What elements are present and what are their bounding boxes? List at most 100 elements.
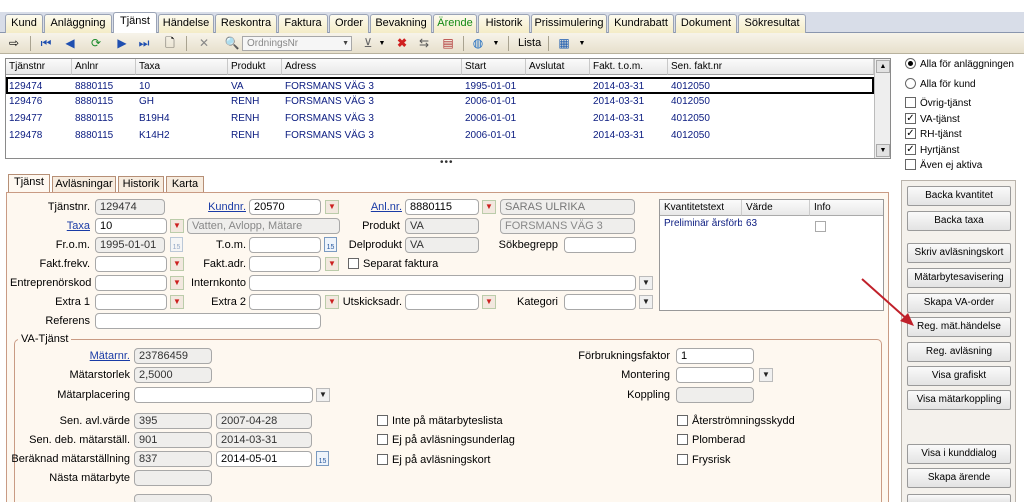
action-button[interactable]: Visa grafiskt bbox=[907, 366, 1011, 386]
separat-faktura-checkbox[interactable]: Separat faktura bbox=[348, 256, 438, 272]
quantity-row[interactable]: Preliminär årsförb 63 bbox=[660, 217, 883, 234]
ej-pa-avlasningsunderlag-checkbox[interactable]: Ej på avläsningsunderlag bbox=[377, 432, 515, 448]
kundnr-link[interactable]: Kundnr. bbox=[196, 199, 246, 215]
aterstromningsskydd-checkbox[interactable]: Återströmningsskydd bbox=[677, 413, 795, 429]
main-tab[interactable]: Faktura bbox=[278, 14, 328, 33]
main-tab[interactable]: Reskontra bbox=[215, 14, 277, 33]
kundnr-dropdown-icon[interactable]: ▼ bbox=[325, 200, 339, 214]
pointer-icon[interactable]: ⇨ bbox=[6, 36, 22, 51]
export-icon[interactable]: ▦ bbox=[556, 36, 572, 51]
faktadr-dropdown-icon[interactable]: ▼ bbox=[325, 257, 339, 271]
calendar-icon[interactable]: 15 bbox=[324, 237, 337, 252]
forbrukningsfaktor-field[interactable]: 1 bbox=[676, 348, 754, 364]
sub-tab[interactable]: Historik bbox=[118, 176, 164, 192]
grid-scrollbar[interactable]: ▲ ▼ bbox=[874, 59, 890, 158]
action-button[interactable]: Backa kvantitet bbox=[907, 186, 1011, 206]
matarplacering-field[interactable] bbox=[134, 387, 313, 403]
column-header[interactable]: Tjänstnr bbox=[6, 59, 72, 75]
action-button[interactable]: Reg. avläsning bbox=[907, 342, 1011, 362]
column-header[interactable]: Sen. fakt.nr bbox=[668, 59, 874, 75]
first-record-icon[interactable]: ⏮ bbox=[38, 36, 54, 51]
main-tab[interactable]: Händelse bbox=[158, 14, 214, 33]
info-checkbox-icon[interactable] bbox=[815, 220, 826, 232]
main-tab[interactable]: Bevakning bbox=[370, 14, 432, 33]
clear-filter-icon[interactable]: ✖ bbox=[394, 36, 410, 51]
faktfrekv-dropdown-icon[interactable]: ▼ bbox=[170, 257, 184, 271]
chevron-down-icon[interactable]: ▼ bbox=[488, 36, 504, 51]
calendar-icon[interactable]: 15 bbox=[316, 451, 329, 466]
sub-tab[interactable]: Karta bbox=[166, 176, 204, 192]
column-header[interactable]: Start bbox=[462, 59, 526, 75]
filter-checkbox[interactable]: ✓ Hyrtjänst bbox=[905, 143, 959, 158]
partial-button[interactable] bbox=[907, 494, 1011, 502]
table-row[interactable]: 129478 8880115 K14H2 RENH FORSMANS VÄG 3 2006… bbox=[6, 128, 874, 145]
inte-pa-matarbyteslista-checkbox[interactable]: Inte på mätarbyteslista bbox=[377, 413, 503, 429]
action-button[interactable]: Skapa VA-order bbox=[907, 293, 1011, 313]
anlnr-field[interactable]: 8880115 bbox=[405, 199, 479, 215]
ej-pa-avlasningskort-checkbox[interactable]: Ej på avläsningskort bbox=[377, 452, 490, 468]
column-header[interactable]: Produkt bbox=[228, 59, 282, 75]
sub-tab[interactable]: Tjänst bbox=[8, 174, 50, 193]
scroll-down-icon[interactable]: ▼ bbox=[876, 144, 890, 157]
table-row[interactable]: 129476 8880115 GH RENH FORSMANS VÄG 3 2006-01… bbox=[6, 94, 874, 111]
extra2-field[interactable] bbox=[249, 294, 321, 310]
radio-all-anlaggning[interactable]: Alla för anläggningen bbox=[905, 57, 1014, 72]
kategori-field[interactable] bbox=[564, 294, 636, 310]
utskicksadr-field[interactable] bbox=[405, 294, 479, 310]
utskicksadr-dropdown-icon[interactable]: ▼ bbox=[482, 295, 496, 309]
kategori-dropdown-icon[interactable]: ▼ bbox=[639, 295, 653, 309]
delete-icon[interactable]: ✕ bbox=[196, 36, 212, 51]
action-button[interactable]: Skriv avläsningskort bbox=[907, 243, 1011, 263]
matarplacering-dropdown-icon[interactable]: ▼ bbox=[316, 388, 330, 402]
montering-dropdown-icon[interactable]: ▼ bbox=[759, 368, 773, 382]
column-header-kvantitetstext[interactable]: Kvantitetstext bbox=[660, 200, 742, 216]
column-header-info[interactable]: Info bbox=[810, 200, 883, 216]
radio-all-kund[interactable]: Alla för kund bbox=[905, 77, 976, 92]
main-tab[interactable]: Order bbox=[329, 14, 369, 33]
entreprenor-dropdown-icon[interactable]: ▼ bbox=[170, 276, 184, 290]
frysrisk-checkbox[interactable]: Frysrisk bbox=[677, 452, 731, 468]
extra1-field[interactable] bbox=[95, 294, 167, 310]
filter-checkbox[interactable]: ✓ VA-tjänst bbox=[905, 112, 960, 127]
scroll-up-icon[interactable]: ▲ bbox=[876, 60, 890, 73]
extra1-dropdown-icon[interactable]: ▼ bbox=[170, 295, 184, 309]
splitter-handle[interactable]: ••• bbox=[440, 158, 456, 168]
chevron-down-icon[interactable]: ▼ bbox=[574, 36, 590, 51]
action-button[interactable]: Visa mätarkoppling bbox=[907, 390, 1011, 410]
entreprenor-field[interactable] bbox=[95, 275, 167, 291]
action-button[interactable]: Reg. mät.händelse bbox=[907, 317, 1011, 337]
action-button[interactable]: Mätarbytesavisering bbox=[907, 268, 1011, 288]
main-tab[interactable]: Prissimulering bbox=[531, 14, 607, 33]
main-tab[interactable]: Dokument bbox=[675, 14, 737, 33]
filter-checkbox[interactable]: ✓ RH-tjänst bbox=[905, 127, 962, 142]
faktfrekv-field[interactable] bbox=[95, 256, 167, 272]
globe-icon[interactable]: ◍ bbox=[470, 36, 486, 51]
main-tab[interactable]: Kundrabatt bbox=[608, 14, 674, 33]
plomberad-checkbox[interactable]: Plomberad bbox=[677, 432, 745, 448]
anlnr-link[interactable]: Anl.nr. bbox=[350, 199, 402, 215]
filter-checkbox[interactable]: Även ej aktiva bbox=[905, 158, 982, 173]
internkonto-dropdown-icon[interactable]: ▼ bbox=[639, 276, 653, 290]
taxa-dropdown-icon[interactable]: ▼ bbox=[170, 219, 184, 233]
tom-date-field[interactable] bbox=[249, 237, 321, 253]
taxa-field[interactable]: 10 bbox=[95, 218, 167, 234]
column-header[interactable]: Fakt. t.o.m. bbox=[590, 59, 668, 75]
table-row[interactable]: 129474 8880115 10 VA FORSMANS VÄG 3 1995-01-0… bbox=[6, 77, 874, 94]
next-record-icon[interactable]: ▶ bbox=[114, 36, 130, 51]
column-header[interactable]: Anlnr bbox=[72, 59, 136, 75]
taxa-link[interactable]: Taxa bbox=[20, 218, 90, 234]
matarnr-link[interactable]: Mätarnr. bbox=[40, 348, 130, 364]
kundnr-field[interactable]: 20570 bbox=[249, 199, 321, 215]
main-tab[interactable]: Anläggning bbox=[44, 14, 112, 33]
last-record-icon[interactable]: ⏭ bbox=[136, 36, 152, 51]
chart-icon[interactable]: ▤ bbox=[440, 36, 456, 51]
filter-checkbox[interactable]: Övrig-tjänst bbox=[905, 96, 971, 111]
chevron-down-icon[interactable]: ▼ bbox=[374, 36, 390, 51]
action-button[interactable]: Visa i kunddialog bbox=[907, 444, 1011, 464]
action-button[interactable]: Backa taxa bbox=[907, 211, 1011, 231]
column-header[interactable]: Avslutat bbox=[526, 59, 590, 75]
action-button[interactable]: Skapa ärende bbox=[907, 468, 1011, 488]
previous-record-icon[interactable]: ◀ bbox=[62, 36, 78, 51]
anlnr-dropdown-icon[interactable]: ▼ bbox=[482, 200, 496, 214]
refresh-icon[interactable]: ⟳ bbox=[88, 36, 104, 51]
